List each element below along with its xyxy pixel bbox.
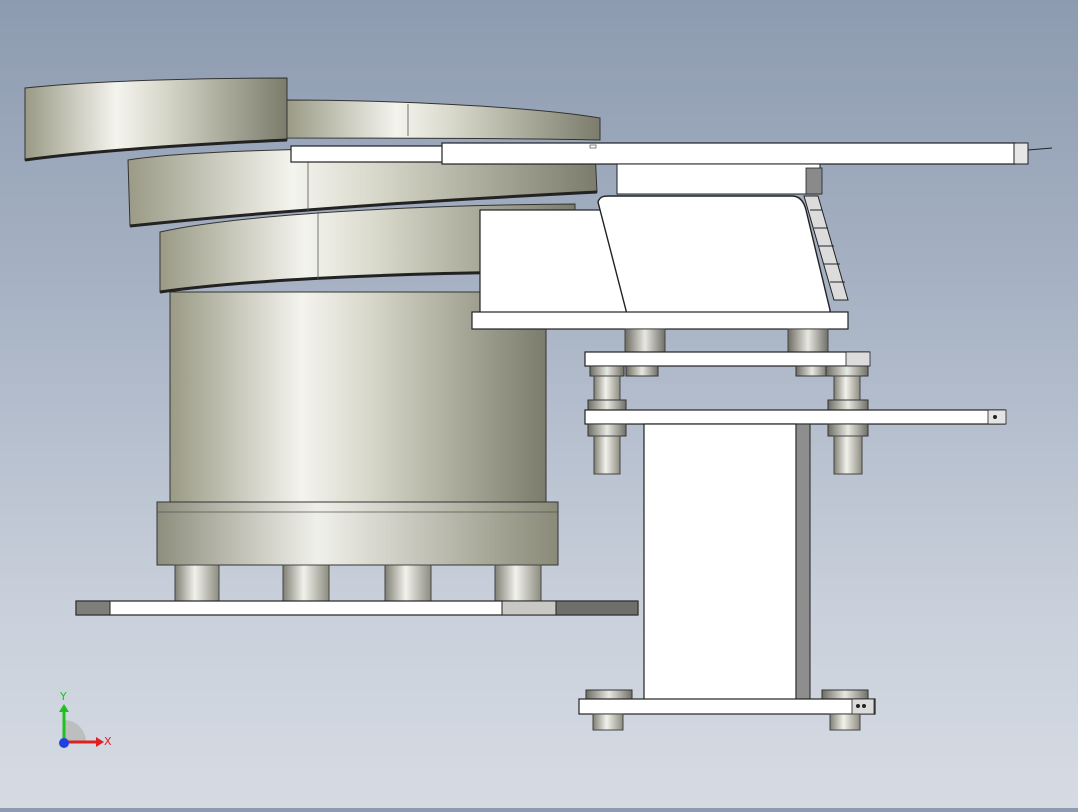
support-stand	[584, 351, 1007, 701]
bowl-feet	[174, 564, 542, 602]
linear-feeder-track	[290, 142, 1053, 165]
coordinate-triad: X Y	[59, 690, 112, 748]
x-axis-label: X	[104, 735, 112, 748]
z-axis-dot	[59, 738, 69, 748]
y-axis-label: Y	[59, 690, 67, 703]
cad-viewport[interactable]: X Y	[0, 0, 1078, 808]
cad-model-view: X Y	[24, 77, 1053, 748]
bowl-base-plate	[75, 600, 639, 616]
spiral-top-ring	[286, 99, 601, 141]
bowl-base-band	[156, 501, 559, 566]
